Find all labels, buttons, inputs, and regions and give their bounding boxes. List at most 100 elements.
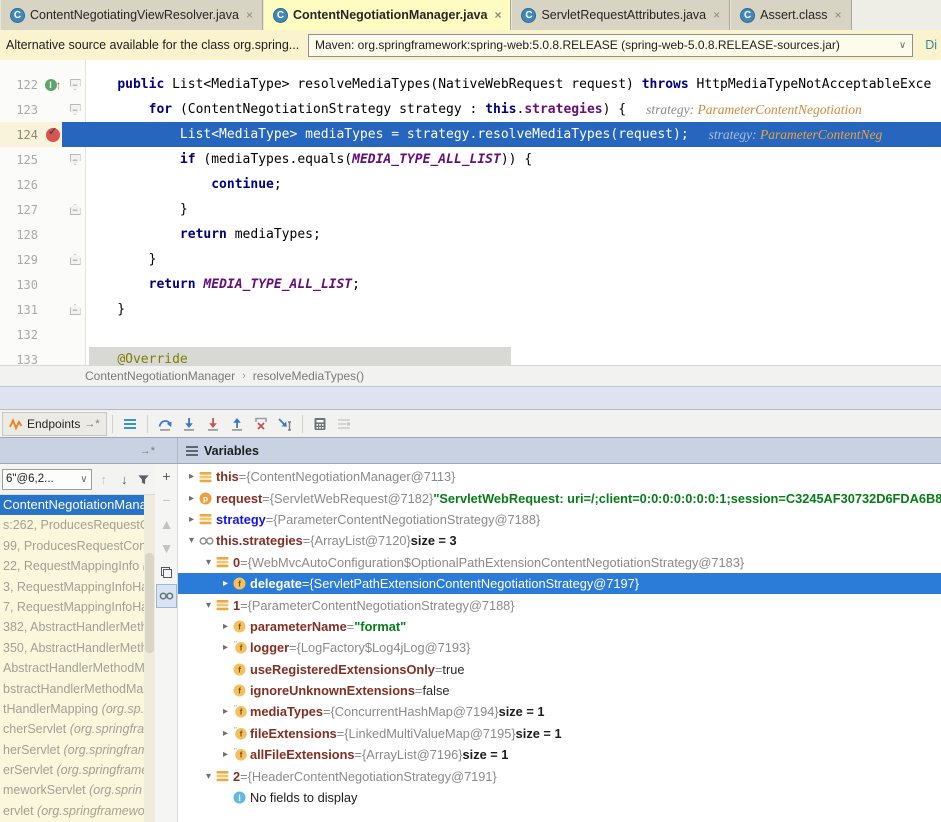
editor-line-124[interactable]: 124✓ List<MediaType> mediaTypes = strate…	[0, 122, 941, 147]
stack-frame-row[interactable]: s:262, ProducesRequestCo	[0, 515, 155, 535]
breakpoint-icon[interactable]: ✓	[46, 128, 60, 142]
step-over-button[interactable]	[153, 413, 177, 435]
equals-sign: =	[303, 533, 310, 548]
force-step-into-button[interactable]	[201, 413, 225, 435]
variables-menu-icon[interactable]	[186, 444, 198, 458]
editor-line-132[interactable]: 132	[0, 322, 941, 347]
chevron-down-icon[interactable]: ▾	[201, 557, 216, 568]
show-execution-point-button[interactable]	[118, 413, 142, 435]
chevron-right-icon[interactable]: ▸	[218, 749, 233, 760]
chevron-down-icon[interactable]: ▾	[201, 771, 216, 782]
add-watch-button[interactable]: +	[155, 464, 178, 488]
editor-tab-4[interactable]: CAssert.class×	[730, 0, 851, 30]
disable-link[interactable]: Di	[913, 38, 941, 52]
variable-row[interactable]: ▸''ffileExtensions = {LinkedMultiValueMa…	[178, 723, 941, 744]
filter-frames-button[interactable]	[137, 473, 154, 486]
source-jar-dropdown[interactable]: Maven: org.springframework:spring-web:5.…	[308, 34, 913, 57]
stack-frame-row[interactable]: cherServlet (org.springfra	[0, 719, 155, 739]
close-tab-icon[interactable]: ×	[494, 8, 501, 22]
breadcrumb-item[interactable]: ContentNegotiationManager	[85, 369, 235, 383]
close-tab-icon[interactable]: ×	[246, 8, 253, 22]
stack-frame-row[interactable]: 382, AbstractHandlerMeth	[0, 617, 155, 637]
fold-marker[interactable]: −	[70, 254, 81, 265]
variable-row[interactable]: ▸''flogger = {LogFactory$Log4jLog@7193}	[178, 637, 941, 658]
fold-marker[interactable]: −	[70, 204, 81, 215]
drop-frame-button[interactable]	[249, 413, 273, 435]
chevron-right-icon[interactable]: ▸	[184, 493, 199, 504]
chevron-down-icon[interactable]: ▾	[201, 600, 216, 611]
breadcrumb-item[interactable]: resolveMediaTypes()	[253, 369, 364, 383]
variable-row[interactable]: ▸''fallFileExtensions = {ArrayList@7196}…	[178, 744, 941, 765]
frame-down-button[interactable]: ↓	[116, 472, 133, 487]
fold-marker[interactable]: −	[70, 104, 81, 115]
thread-selector-dropdown[interactable]: 6"@6,2... ∨	[2, 469, 92, 490]
variable-row[interactable]: ▾0 = {WebMvcAutoConfiguration$OptionalPa…	[178, 552, 941, 573]
variable-row[interactable]: ▾this.strategies = {ArrayList@7120} size…	[178, 530, 941, 551]
stack-frame-row[interactable]: tHandlerMapping (org.sp.	[0, 699, 155, 719]
editor-line-128[interactable]: 128 return mediaTypes;	[0, 222, 941, 247]
variable-row[interactable]: ▸fdelegate = {ServletPathExtensionConten…	[178, 573, 941, 594]
close-tab-icon[interactable]: ×	[835, 8, 842, 22]
chevron-right-icon[interactable]: ▸	[218, 642, 233, 653]
chevron-right-icon[interactable]: ▸	[218, 621, 233, 632]
stack-frame-row[interactable]: ervlet (org.springframewo	[0, 801, 155, 821]
evaluate-expression-button[interactable]	[308, 413, 332, 435]
chevron-right-icon[interactable]: ▸	[184, 471, 199, 482]
variable-row[interactable]: ▸''fmediaTypes = {ConcurrentHashMap@7194…	[178, 701, 941, 722]
editor-tab-1[interactable]: CContentNegotiatingViewResolver.java×	[0, 0, 263, 30]
editor-line-130[interactable]: 130 return MEDIA_TYPE_ALL_LIST;	[0, 272, 941, 297]
code-editor[interactable]: 122I↑− public List<MediaType> resolveMed…	[0, 60, 941, 365]
stack-frame-row[interactable]: 7, RequestMappingInfoHa	[0, 597, 155, 617]
frames-scrollbar[interactable]	[144, 495, 155, 822]
show-watches-toggle[interactable]	[156, 584, 177, 608]
variable-row[interactable]: ▾2 = {HeaderContentNegotiationStrategy@7…	[178, 765, 941, 786]
frame-up-button[interactable]: ↑	[96, 472, 113, 487]
stack-frame-row[interactable]: ContentNegotiationMana	[0, 495, 155, 515]
editor-tab-3[interactable]: CServletRequestAttributes.java×	[511, 0, 730, 30]
editor-line-122[interactable]: 122I↑− public List<MediaType> resolveMed…	[0, 72, 941, 97]
stack-frame-row[interactable]: 99, ProducesRequestCond	[0, 536, 155, 556]
editor-line-131[interactable]: 131− }	[0, 297, 941, 322]
variable-row[interactable]: ▸strategy = {ParameterContentNegotiation…	[178, 509, 941, 530]
scrollbar-thumb[interactable]	[145, 553, 154, 653]
editor-line-123[interactable]: 123− for (ContentNegotiationStrategy str…	[0, 97, 941, 122]
variable-row[interactable]: ▸fparameterName = "format"	[178, 616, 941, 637]
editor-line-129[interactable]: 129− }	[0, 247, 941, 272]
variable-row[interactable]: ▾1 = {ParameterContentNegotiationStrateg…	[178, 594, 941, 615]
variable-row[interactable]: fuseRegisteredExtensionsOnly = true	[178, 659, 941, 680]
close-tab-icon[interactable]: ×	[713, 8, 720, 22]
editor-tab-2[interactable]: CContentNegotiationManager.java×	[263, 0, 512, 30]
stack-frame-row[interactable]: bstractHandlerMethodMa	[0, 679, 155, 699]
variable-row[interactable]: fignoreUnknownExtensions = false	[178, 680, 941, 701]
stack-frame-row[interactable]: AbstractHandlerMethodM	[0, 658, 155, 678]
stack-frame-row[interactable]: meworkServlet (org.sprin	[0, 780, 155, 800]
stack-frame-row[interactable]: 22, RequestMappingInfo (	[0, 556, 155, 576]
editor-line-133[interactable]: 133 @Override	[0, 347, 941, 365]
fold-marker[interactable]: −	[70, 304, 81, 315]
stack-frame-row[interactable]: herServlet (org.springfram	[0, 740, 155, 760]
chevron-right-icon[interactable]: ▸	[218, 728, 233, 739]
implements-marker-icon[interactable]: I↑	[45, 78, 62, 92]
variables-message-row[interactable]: iNo fields to display	[178, 787, 941, 808]
pin-icon[interactable]: →*	[140, 445, 155, 457]
step-into-button[interactable]	[177, 413, 201, 435]
step-out-button[interactable]	[225, 413, 249, 435]
chevron-right-icon[interactable]: ▸	[218, 578, 233, 589]
variable-row[interactable]: ▸this = {ContentNegotiationManager@7113}	[178, 466, 941, 487]
stack-frame-row[interactable]: 3, RequestMappingInfoHa	[0, 577, 155, 597]
editor-line-126[interactable]: 126 continue;	[0, 172, 941, 197]
endpoints-tool-window-button[interactable]: Endpoints →*	[2, 412, 107, 436]
variable-row[interactable]: ▸prequest = {ServletWebRequest@7182} "Se…	[178, 487, 941, 508]
chevron-right-icon[interactable]: ▸	[218, 706, 233, 717]
fold-marker[interactable]: −	[70, 79, 81, 90]
editor-line-127[interactable]: 127− }	[0, 197, 941, 222]
editor-line-125[interactable]: 125− if (mediaTypes.equals(MEDIA_TYPE_AL…	[0, 147, 941, 172]
stack-frame-row[interactable]: erServlet (org.springframe	[0, 760, 155, 780]
chevron-down-icon[interactable]: ▾	[184, 535, 199, 546]
fold-marker[interactable]: −	[70, 154, 81, 165]
run-to-cursor-button[interactable]	[273, 413, 297, 435]
stack-frame-row[interactable]: 350, AbstractHandlerMetho	[0, 638, 155, 658]
chevron-right-icon[interactable]: ▸	[184, 514, 199, 525]
variable-value: {ParameterContentNegotiationStrategy@718…	[273, 512, 540, 527]
duplicate-watch-button[interactable]	[155, 560, 178, 584]
